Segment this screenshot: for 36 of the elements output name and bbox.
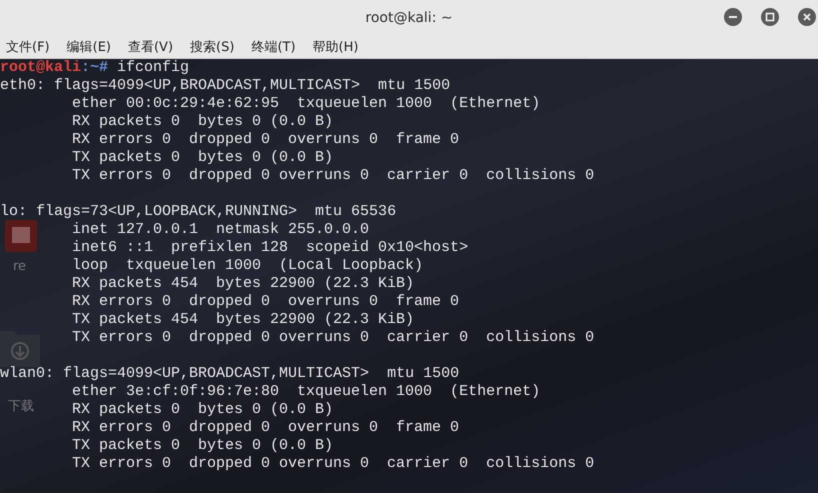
output-line: ether 3e:cf:0f:96:7e:80 txqueuelen 1000 (Ethernet): [72, 383, 540, 400]
output-line: inet 127.0.0.1 netmask 255.0.0.0: [72, 221, 370, 238]
output-line: RX errors 0 dropped 0 overruns 0 frame 0: [72, 131, 460, 148]
folder-label: 下载: [8, 398, 34, 415]
menu-item[interactable]: 编辑(E): [66, 38, 111, 56]
window-title: root@kali: ~: [365, 10, 453, 26]
output-line: eth0: flags=4099<UP,BROADCAST,MULTICAST> mtu 1500: [0, 77, 450, 94]
menu-item[interactable]: 搜索(S): [190, 38, 234, 56]
output-line: lo: flags=73<UP,LOOPBACK,RUNNING> mtu 65536: [0, 203, 396, 220]
menu-item[interactable]: 终端(T): [251, 38, 296, 56]
output-line: TX errors 0 dropped 0 overruns 0 carrier 0 collisions 0: [72, 167, 594, 184]
output-line: loop txqueuelen 1000 (Local Loopback): [72, 257, 424, 274]
minimize-icon[interactable]: [724, 8, 742, 26]
file-label: re: [13, 259, 26, 274]
output-line: wlan0: flags=4099<UP,BROADCAST,MULTICAST> mtu 1500: [0, 365, 460, 382]
maximize-icon[interactable]: [761, 8, 779, 26]
command-text: ifconfig: [117, 59, 190, 76]
prompt-user-host: root@kali: [0, 59, 82, 76]
output-line: TX errors 0 dropped 0 overruns 0 carrier 0 collisions 0: [72, 329, 594, 346]
output-line: RX packets 0 bytes 0 (0.0 B): [72, 401, 334, 418]
menu-item[interactable]: 帮助(H): [312, 38, 358, 56]
output-line: ether 00:0c:29:4e:62:95 txqueuelen 1000 (Ethernet): [72, 95, 540, 112]
output-line: TX packets 0 bytes 0 (0.0 B): [72, 149, 334, 166]
document-icon: [4, 219, 38, 253]
output-line: RX errors 0 dropped 0 overruns 0 frame 0: [72, 293, 460, 310]
output-line: TX errors 0 dropped 0 overruns 0 carrier 0 collisions 0: [72, 455, 594, 472]
prompt-path: :~#: [81, 59, 108, 76]
output-line: inet6 ::1 prefixlen 128 scopeid 0x10<host>: [72, 239, 468, 256]
menu-item[interactable]: 查看(V): [128, 38, 174, 56]
close-icon[interactable]: [798, 8, 816, 26]
output-line: RX packets 0 bytes 0 (0.0 B): [72, 113, 334, 130]
menu-item[interactable]: 文件(F): [6, 38, 50, 56]
output-line: RX errors 0 dropped 0 overruns 0 frame 0: [72, 419, 460, 436]
output-line: RX packets 454 bytes 22900 (22.3 KiB): [72, 275, 414, 292]
output-line: TX packets 0 bytes 0 (0.0 B): [72, 437, 334, 454]
output-line: TX packets 454 bytes 22900 (22.3 KiB): [72, 311, 414, 328]
